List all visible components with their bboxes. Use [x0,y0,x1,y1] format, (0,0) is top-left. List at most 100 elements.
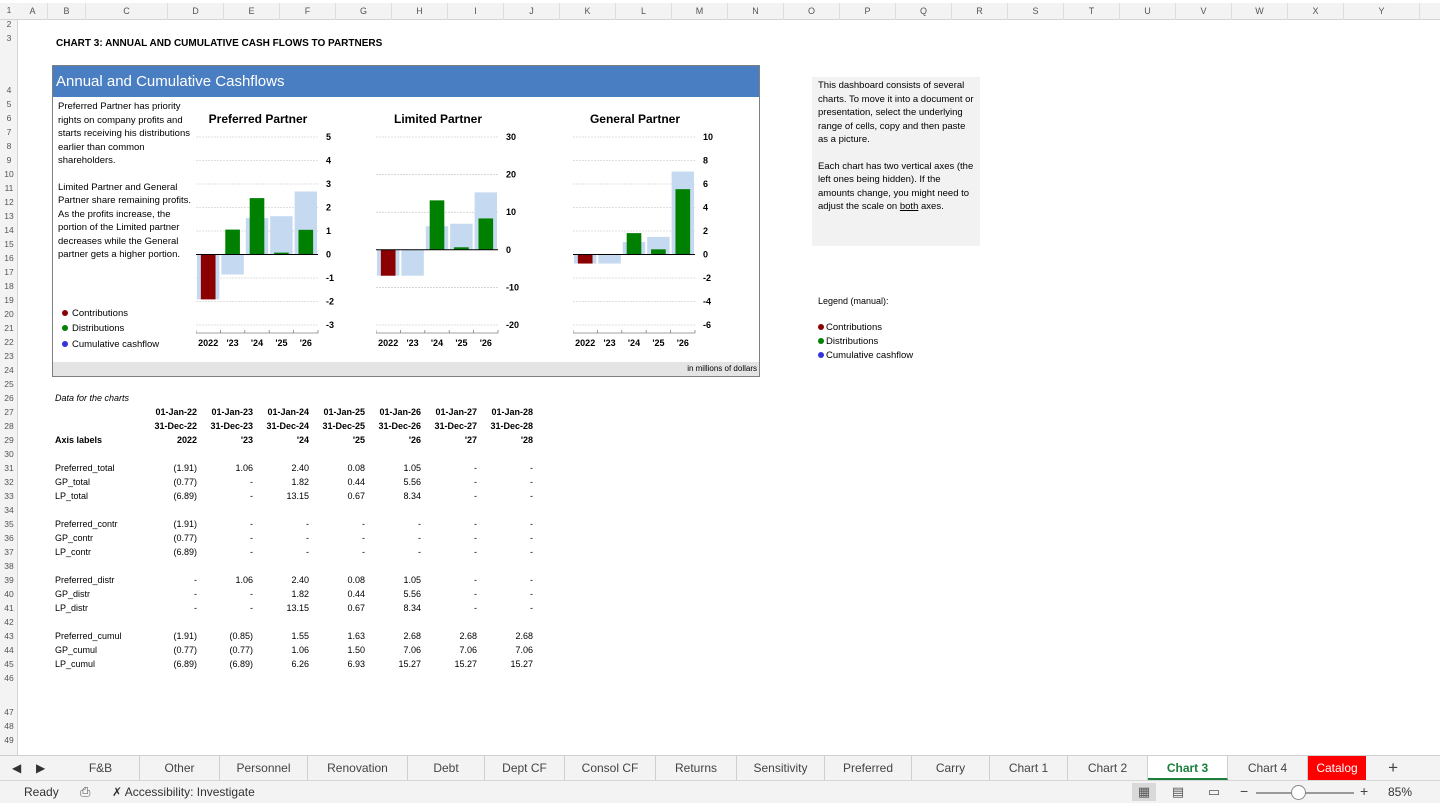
row-header[interactable]: 25 [0,379,18,389]
sheet-tab[interactable]: Chart 4 [1228,756,1308,780]
row-header[interactable]: 19 [0,295,18,305]
row-header[interactable]: 7 [0,127,18,137]
column-header[interactable]: O [784,3,840,20]
row-header[interactable]: 48 [0,721,18,731]
row-header[interactable]: 33 [0,491,18,501]
column-header[interactable]: E [224,3,280,20]
row-header[interactable]: 39 [0,575,18,585]
row-header[interactable]: 34 [0,505,18,515]
row-header[interactable]: 6 [0,113,18,123]
column-header[interactable]: R [952,3,1008,20]
row-header[interactable]: 24 [0,365,18,375]
next-sheet-icon[interactable]: ▶ [36,761,45,775]
dashboard-chart-area[interactable]: Annual and Cumulative Cashflows Preferre… [52,65,760,377]
row-header[interactable]: 41 [0,603,18,613]
row-header[interactable]: 20 [0,309,18,319]
column-header[interactable]: U [1120,3,1176,20]
general-partner-chart[interactable]: General Partner 10 8 6 4 2 0 -2 -4 -6 2022 '23 '24 '2… [573,106,728,356]
row-header[interactable]: 49 [0,735,18,745]
row-header[interactable]: 45 [0,659,18,669]
sheet-tab[interactable]: Renovation [308,756,408,780]
row-header[interactable]: 2 [0,19,18,29]
row-header[interactable]: 18 [0,281,18,291]
macro-record-icon[interactable]: ⎙ [80,784,90,800]
row-header[interactable]: 28 [0,421,18,431]
sheet-tab[interactable]: Chart 1 [990,756,1068,780]
row-header[interactable]: 12 [0,197,18,207]
row-header[interactable]: 29 [0,435,18,445]
column-header[interactable]: N [728,3,784,20]
column-header[interactable]: P [840,3,896,20]
row-header[interactable]: 22 [0,337,18,347]
row-header[interactable]: 38 [0,561,18,571]
row-header[interactable]: 21 [0,323,18,333]
row-header[interactable]: 8 [0,141,18,151]
column-header[interactable]: K [560,3,616,20]
row-header[interactable]: 32 [0,477,18,487]
add-sheet-icon[interactable]: + [1388,758,1398,778]
row-header[interactable]: 30 [0,449,18,459]
row-header[interactable]: 15 [0,239,18,249]
row-header[interactable]: 16 [0,253,18,263]
row-header[interactable]: 31 [0,463,18,473]
row-header[interactable]: 5 [0,99,18,109]
sheet-tab[interactable]: Preferred [825,756,912,780]
zoom-level[interactable]: 85% [1388,785,1412,799]
normal-view-icon[interactable]: ▦ [1132,783,1156,801]
row-header[interactable]: 13 [0,211,18,221]
limited-partner-chart[interactable]: Limited Partner 30 20 10 0 -10 -20 2022 '23 '24 '2… [376,106,531,356]
row-header[interactable]: 1 [0,5,18,15]
row-header[interactable]: 44 [0,645,18,655]
row-header[interactable]: 47 [0,707,18,717]
column-header[interactable]: B [48,3,86,20]
zoom-out-icon[interactable]: − [1240,783,1248,799]
sheet-tab[interactable]: F&B [62,756,140,780]
preferred-partner-chart[interactable]: Preferred Partner 5 4 3 2 1 0 -1 -2 -3 2022 '23 '24 '… [196,106,346,356]
row-header[interactable]: 23 [0,351,18,361]
row-header[interactable]: 10 [0,169,18,179]
zoom-in-icon[interactable]: + [1360,783,1368,799]
row-header[interactable]: 46 [0,673,18,683]
sheet-tab[interactable]: Carry [912,756,990,780]
row-header[interactable]: 11 [0,183,18,193]
row-header[interactable]: 43 [0,631,18,641]
zoom-slider-thumb[interactable] [1291,785,1306,800]
row-header[interactable]: 35 [0,519,18,529]
sheet-tab[interactable]: Catalog [1308,756,1366,780]
previous-sheet-icon[interactable]: ◀ [12,761,21,775]
column-header[interactable]: M [672,3,728,20]
sheet-tab[interactable]: Consol CF [565,756,656,780]
column-header[interactable]: A [18,3,48,20]
column-header[interactable]: V [1176,3,1232,20]
column-header[interactable]: F [280,3,336,20]
row-header[interactable]: 26 [0,393,18,403]
spreadsheet-grid[interactable]: ABCDEFGHIJKLMNOPQRSTUVWXY 1 2 3 4 5 6 7 8 9 10 11 1… [0,0,1440,755]
row-header[interactable]: 14 [0,225,18,235]
row-header[interactable]: 4 [0,85,18,95]
column-header[interactable]: J [504,3,560,20]
row-header[interactable]: 40 [0,589,18,599]
sheet-tab[interactable]: Returns [656,756,737,780]
column-header[interactable]: S [1008,3,1064,20]
column-header[interactable]: C [86,3,168,20]
row-header[interactable]: 27 [0,407,18,417]
sheet-tab[interactable]: Other [140,756,220,780]
row-header[interactable]: 9 [0,155,18,165]
column-header[interactable]: T [1064,3,1120,20]
row-header[interactable]: 3 [0,33,18,43]
sheet-tab[interactable]: Debt [408,756,485,780]
column-header[interactable]: D [168,3,224,20]
accessibility-status[interactable]: ✗ Accessibility: Investigate [112,785,255,799]
row-header[interactable]: 42 [0,617,18,627]
column-header[interactable]: G [336,3,392,20]
sheet-tab[interactable]: Chart 2 [1068,756,1148,780]
row-header[interactable]: 17 [0,267,18,277]
sheet-tab[interactable]: Sensitivity [737,756,825,780]
column-header[interactable]: I [448,3,504,20]
sheet-tab[interactable]: Chart 3 [1148,756,1228,780]
sheet-tab[interactable]: Personnel [220,756,308,780]
column-header[interactable]: Y [1344,3,1420,20]
column-header[interactable]: W [1232,3,1288,20]
column-header[interactable]: X [1288,3,1344,20]
page-break-view-icon[interactable]: ▭ [1202,783,1226,801]
